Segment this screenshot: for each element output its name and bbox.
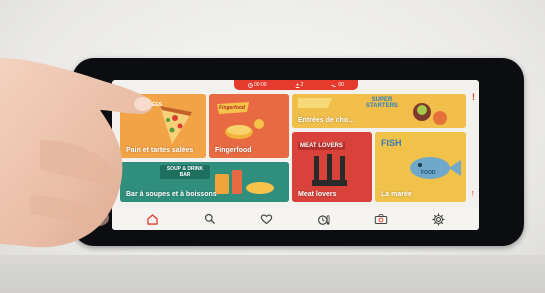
tile-label: La marée bbox=[381, 191, 412, 198]
timer-thermometer-icon bbox=[318, 214, 330, 225]
status-time: 00:00 bbox=[248, 82, 267, 88]
search-icon bbox=[204, 213, 215, 224]
tile-sub-badge: FOOD bbox=[421, 170, 436, 176]
tile-label: Bar à soupes et à boissons bbox=[126, 191, 217, 198]
tile-label: Meat lovers bbox=[298, 191, 337, 198]
tile-label: Pain et tartes salées bbox=[126, 147, 194, 154]
status-bar: 00:00 2 00 bbox=[234, 80, 358, 90]
user-icon bbox=[295, 83, 300, 88]
alert-indicator[interactable]: ! bbox=[472, 92, 475, 102]
tile-badge: FISH bbox=[381, 138, 402, 148]
steam-icon bbox=[331, 84, 337, 87]
status-temp-value: 00 bbox=[338, 82, 344, 88]
nav-timer[interactable] bbox=[316, 211, 332, 227]
tile-badge: SOUP & DRINK BAR bbox=[166, 166, 204, 178]
nav-favorites[interactable] bbox=[259, 211, 275, 227]
gear-icon bbox=[432, 212, 445, 226]
nav-camera-oven[interactable] bbox=[373, 211, 389, 227]
tile-bar-soupes[interactable]: SOUP & DRINK BAR Bar à soupes et à boiss… bbox=[120, 162, 289, 202]
status-temp: 00 bbox=[331, 82, 344, 88]
tile-pain-tartes-salees[interactable]: SALÉES Pain et tartes salées bbox=[120, 94, 206, 158]
status-count: 2 bbox=[295, 82, 304, 88]
nav-search[interactable] bbox=[202, 211, 218, 227]
nav-home[interactable] bbox=[145, 211, 161, 227]
tile-badge: Fingerfood bbox=[219, 105, 246, 111]
tile-badge: SALÉES bbox=[142, 102, 163, 108]
clock-icon bbox=[248, 82, 253, 88]
bottom-navbar bbox=[112, 208, 479, 230]
status-time-value: 00:00 bbox=[254, 82, 267, 88]
appliance-edge bbox=[0, 255, 545, 293]
tile-badge: SUPER STARTERS bbox=[366, 97, 398, 109]
scroll-up-indicator[interactable]: ↑ bbox=[471, 188, 476, 198]
tile-la-maree[interactable]: FISH FOOD La marée bbox=[375, 132, 466, 202]
home-icon bbox=[147, 213, 158, 225]
tile-entrees[interactable]: SUPER STARTERS Entrées de cho… bbox=[292, 94, 466, 128]
tile-fingerfood[interactable]: Fingerfood Fingerfood bbox=[209, 94, 289, 158]
touchscreen: 00:00 2 00 SALÉES Pain et tartes salées bbox=[112, 80, 479, 230]
heart-icon bbox=[261, 214, 273, 225]
nav-settings[interactable] bbox=[430, 211, 446, 227]
camera-oven-icon bbox=[374, 214, 388, 224]
tile-badge: MEAT LOVERS bbox=[298, 142, 345, 150]
tile-meat-lovers[interactable]: MEAT LOVERS Meat lovers bbox=[292, 132, 372, 202]
tile-label: Entrées de cho… bbox=[298, 117, 356, 124]
status-count-value: 2 bbox=[300, 82, 304, 88]
tile-label: Fingerfood bbox=[215, 147, 252, 154]
